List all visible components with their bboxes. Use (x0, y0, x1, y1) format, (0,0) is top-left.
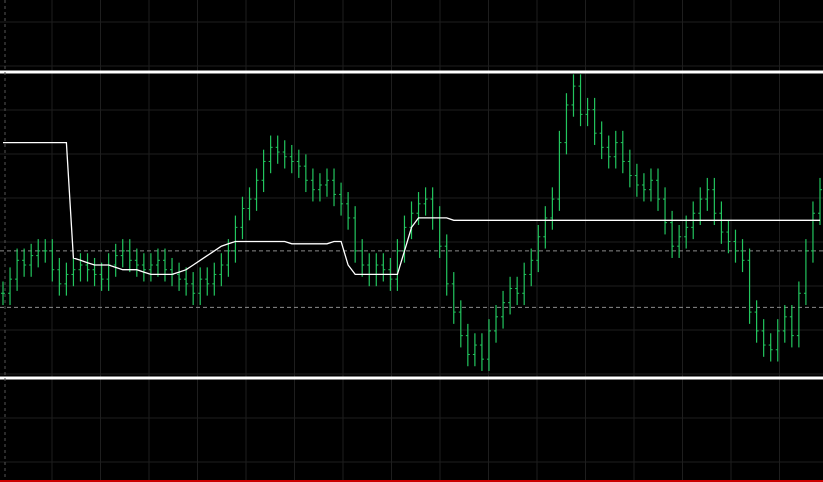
chart-canvas (0, 0, 823, 482)
price-series (1, 74, 822, 371)
reference-levels (0, 250, 823, 308)
price-chart (0, 0, 823, 482)
